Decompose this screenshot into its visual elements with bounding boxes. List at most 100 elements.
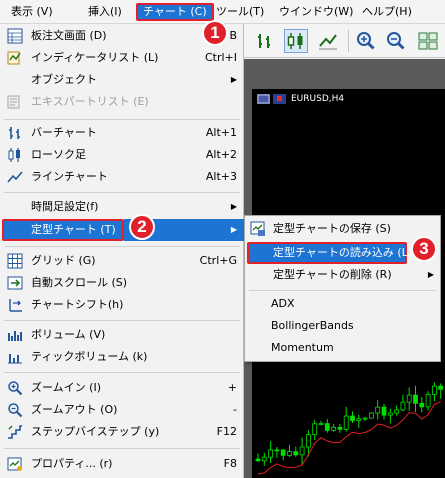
candlestick (343, 406, 349, 432)
properties-icon (7, 457, 22, 471)
step-badge-3: 3 (411, 236, 437, 262)
candlestick (350, 411, 355, 423)
menu-item-indicator-list[interactable]: インディケータリスト (L) Ctrl+I (0, 47, 244, 69)
candlestick (362, 416, 368, 422)
candlestick (406, 387, 412, 411)
line-chart-icon (7, 171, 23, 183)
auto-scroll-icon (7, 276, 23, 290)
menu-item-line-chart[interactable]: ラインチャート Alt+3 (0, 166, 244, 188)
candlestick (280, 449, 286, 461)
grid-icon (7, 253, 23, 269)
candlestick (255, 453, 261, 462)
menu-separator (4, 192, 240, 193)
menu-item-chart-shift[interactable]: チャートシフト(h) (0, 294, 244, 316)
chart-symbol-label: EURUSD,H4 (291, 94, 345, 104)
menu-item-step-by-step[interactable]: ステップバイステップ (y) F12 (0, 421, 244, 443)
submenu-item-adx[interactable]: ADX (245, 293, 440, 315)
candlestick (299, 437, 305, 465)
chart-menu: 板注文画面 (D) B インディケータリスト (L) Ctrl+I オブジェクト… (0, 24, 244, 478)
menu-separator (4, 246, 240, 247)
menu-item-expert-list: エキスパートリスト (E) (0, 91, 244, 113)
menu-help[interactable]: ヘルプ(H) (358, 3, 416, 21)
candlestick (261, 452, 267, 466)
candlestick (400, 394, 406, 412)
candlestick (369, 412, 374, 419)
submenu-item-momentum[interactable]: Momentum (245, 337, 440, 359)
menu-item-zoom-out[interactable]: ズームアウト (O) - (0, 399, 244, 421)
line-chart-tool-icon[interactable] (316, 29, 340, 53)
submenu-arrow-icon: ▶ (427, 270, 434, 279)
menu-item-properties[interactable]: プロパティ... (r) F8 (0, 453, 244, 475)
candlestick (274, 447, 280, 458)
candlestick (438, 383, 444, 399)
submenu-item-save-template[interactable]: 定型チャートの保存 (S) (245, 218, 440, 240)
step-badge-1: 1 (202, 20, 228, 46)
tile-windows-tool-icon[interactable] (416, 29, 440, 53)
submenu-arrow-icon: ▶ (230, 202, 237, 211)
menu-item-timeframe[interactable]: 時間足設定(f) ▶ (0, 196, 244, 218)
tick-volume-icon (8, 354, 22, 364)
indicator-list-icon (7, 51, 21, 65)
candlestick (293, 446, 299, 457)
candlestick (413, 385, 418, 413)
submenu-arrow-icon: ▶ (230, 75, 237, 84)
submenu-item-delete-template[interactable]: 定型チャートの削除 (R) ▶ (245, 264, 440, 286)
candlestick (419, 397, 425, 413)
volume-icon (8, 331, 22, 341)
menu-item-bar-chart[interactable]: バーチャート Alt+1 (0, 122, 244, 144)
chart-flags-icon (257, 94, 286, 104)
menu-insert[interactable]: 挿入(I) (84, 3, 126, 21)
menu-item-template[interactable]: 定型チャート (T) (2, 219, 124, 241)
zoom-in-icon (8, 381, 23, 396)
menu-window[interactable]: ウインドウ(W) (275, 3, 357, 21)
menu-item-tick-volume[interactable]: ティックボリューム (k) (0, 346, 244, 368)
candlestick (381, 403, 387, 420)
menu-separator (4, 119, 240, 120)
bar-chart-tool-icon[interactable] (254, 29, 278, 53)
candlestick (318, 420, 324, 426)
save-template-icon (250, 221, 265, 236)
menu-item-auto-scroll[interactable]: 自動スクロール (S) (0, 272, 244, 294)
menu-item-candlestick[interactable]: ローソク足 Alt+2 (0, 144, 244, 166)
step-badge-2: 2 (129, 214, 155, 240)
submenu-arrow-icon: ▶ (230, 225, 237, 234)
candlestick (324, 419, 330, 433)
menu-separator (4, 372, 240, 373)
menu-item-volume[interactable]: ボリューム (V) (0, 324, 244, 346)
zoom-out-tool-icon[interactable] (384, 29, 408, 53)
candlestick (375, 400, 381, 420)
submenu-separator (249, 290, 436, 291)
bar-chart-icon (9, 127, 20, 139)
menu-view[interactable]: 表示 (V) (7, 3, 57, 21)
candlestick (356, 414, 362, 429)
zoom-out-icon (8, 403, 23, 418)
zoom-in-tool-icon[interactable] (354, 29, 378, 53)
candlestick (431, 382, 437, 402)
submenu-item-load-template[interactable]: 定型チャートの読み込み (L) (247, 242, 412, 264)
chart-shift-icon (9, 299, 22, 312)
candlestick (268, 441, 274, 464)
candlestick (394, 405, 400, 416)
expert-list-icon (7, 95, 20, 109)
submenu-item-bollinger-bands[interactable]: BollingerBands (245, 315, 440, 337)
menu-separator (4, 320, 240, 321)
candlestick (425, 391, 431, 411)
menu-item-objects[interactable]: オブジェクト ▶ (0, 69, 244, 91)
moving-average-line (257, 401, 441, 475)
order-board-icon (7, 28, 23, 44)
candlestick-tool-icon[interactable] (284, 29, 308, 53)
menu-chart[interactable]: チャート (C) (136, 3, 214, 21)
menu-item-zoom-in[interactable]: ズームイン (I) + (0, 377, 244, 399)
menu-item-grid[interactable]: グリッド (G) Ctrl+G (0, 250, 244, 272)
menu-separator (4, 448, 240, 449)
candlestick-icon (8, 148, 20, 162)
toolbar (244, 24, 445, 58)
candlestick (287, 444, 292, 457)
menubar: 表示 (V) 挿入(I) チャート (C) ツール(T) ウインドウ(W) ヘル… (0, 0, 445, 24)
candlestick (312, 419, 318, 441)
template-submenu: 定型チャートの保存 (S) 定型チャートの読み込み (L) 定型チャートの削除 … (244, 215, 441, 362)
candlestick (387, 408, 393, 424)
menu-tools[interactable]: ツール(T) (212, 3, 268, 21)
step-icon (8, 425, 22, 439)
candlestick (337, 423, 343, 433)
